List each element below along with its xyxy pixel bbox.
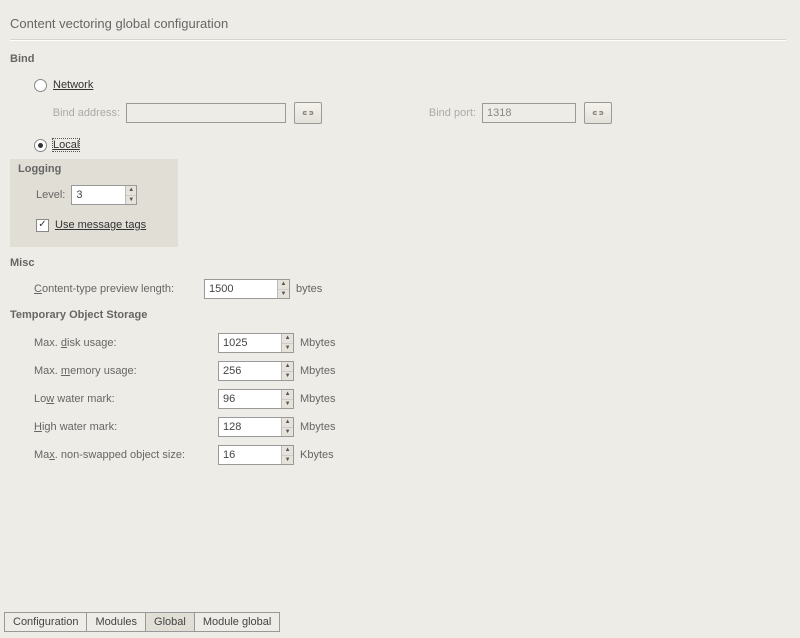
spin-buttons[interactable]: ▲▼ xyxy=(281,362,293,380)
bind-address-input[interactable] xyxy=(126,103,286,123)
tos-unit: Kbytes xyxy=(300,449,334,461)
bind-address-label: Bind address: xyxy=(34,107,126,119)
tos-unit: Mbytes xyxy=(300,421,335,433)
tos-input[interactable] xyxy=(219,362,281,380)
spin-down-icon[interactable]: ▼ xyxy=(278,290,289,299)
spin-down-icon[interactable]: ▼ xyxy=(282,344,293,353)
tos-section-head: Temporary Object Storage xyxy=(10,305,786,327)
use-message-tags-checkbox[interactable] xyxy=(36,219,49,232)
tos-label: High water mark: xyxy=(34,421,218,433)
preview-length-unit: bytes xyxy=(296,283,322,295)
tos-label: Max. non-swapped object size: xyxy=(34,449,218,461)
network-radio-label: Network xyxy=(53,79,93,91)
spin-down-icon[interactable]: ▼ xyxy=(282,400,293,409)
link-icon xyxy=(590,108,606,118)
link-icon xyxy=(300,108,316,118)
tos-input[interactable] xyxy=(219,390,281,408)
tab-module-global[interactable]: Module global xyxy=(194,612,281,632)
spin-up-icon[interactable]: ▲ xyxy=(282,418,293,428)
logging-level-input[interactable] xyxy=(72,186,125,204)
tos-input[interactable] xyxy=(219,334,281,352)
spin-buttons[interactable]: ▲▼ xyxy=(281,390,293,408)
local-radio[interactable] xyxy=(34,139,47,152)
tos-stepper[interactable]: ▲▼ xyxy=(218,417,294,437)
spin-buttons[interactable]: ▲▼ xyxy=(281,446,293,464)
divider xyxy=(10,39,786,41)
spin-buttons[interactable]: ▲▼ xyxy=(281,418,293,436)
tos-stepper[interactable]: ▲▼ xyxy=(218,361,294,381)
bind-address-link-button[interactable] xyxy=(294,102,322,124)
preview-length-label: CContent-type preview length:ontent-type… xyxy=(34,283,204,295)
tos-input[interactable] xyxy=(219,446,281,464)
spin-up-icon[interactable]: ▲ xyxy=(278,280,289,290)
bind-section-head: Bind xyxy=(10,49,786,71)
preview-length-input[interactable] xyxy=(205,280,277,298)
spin-up-icon[interactable]: ▲ xyxy=(282,362,293,372)
logging-section-head: Logging xyxy=(18,161,170,181)
tab-modules[interactable]: Modules xyxy=(86,612,146,632)
spin-up-icon[interactable]: ▲ xyxy=(282,446,293,456)
use-message-tags-label: Use message tags xyxy=(55,219,146,231)
bind-port-input[interactable] xyxy=(482,103,576,123)
spin-up-icon[interactable]: ▲ xyxy=(282,390,293,400)
spin-down-icon[interactable]: ▼ xyxy=(282,428,293,437)
tos-input[interactable] xyxy=(219,418,281,436)
preview-length-stepper[interactable]: ▲▼ xyxy=(204,279,290,299)
spin-up-icon[interactable]: ▲ xyxy=(282,334,293,344)
network-radio[interactable] xyxy=(34,79,47,92)
spin-down-icon[interactable]: ▼ xyxy=(126,196,136,205)
tos-unit: Mbytes xyxy=(300,393,335,405)
tos-label: Max. memory usage: xyxy=(34,365,218,377)
bind-port-link-button[interactable] xyxy=(584,102,612,124)
spin-down-icon[interactable]: ▼ xyxy=(282,456,293,465)
tos-unit: Mbytes xyxy=(300,337,335,349)
tos-unit: Mbytes xyxy=(300,365,335,377)
spin-up-icon[interactable]: ▲ xyxy=(126,186,136,196)
spin-buttons[interactable]: ▲▼ xyxy=(281,334,293,352)
spin-buttons[interactable]: ▲▼ xyxy=(125,186,136,204)
misc-section-head: Misc xyxy=(10,253,786,275)
page-title: Content vectoring global configuration xyxy=(10,10,786,39)
bottom-tabs: ConfigurationModulesGlobalModule global xyxy=(4,612,280,632)
tos-label: Max. disk usage: xyxy=(34,337,218,349)
logging-level-stepper[interactable]: ▲▼ xyxy=(71,185,137,205)
logging-level-label: Level: xyxy=(36,189,71,201)
tos-stepper[interactable]: ▲▼ xyxy=(218,333,294,353)
tab-global[interactable]: Global xyxy=(145,612,195,632)
spin-buttons[interactable]: ▲▼ xyxy=(277,280,289,298)
tos-label: Low water mark: xyxy=(34,393,218,405)
spin-down-icon[interactable]: ▼ xyxy=(282,372,293,381)
tab-configuration[interactable]: Configuration xyxy=(4,612,87,632)
logging-box: Logging Level: ▲▼ Use message tags xyxy=(10,159,178,247)
tos-stepper[interactable]: ▲▼ xyxy=(218,389,294,409)
bind-port-label: Bind port: xyxy=(362,107,482,119)
local-radio-label: Local xyxy=(53,139,79,151)
tos-stepper[interactable]: ▲▼ xyxy=(218,445,294,465)
